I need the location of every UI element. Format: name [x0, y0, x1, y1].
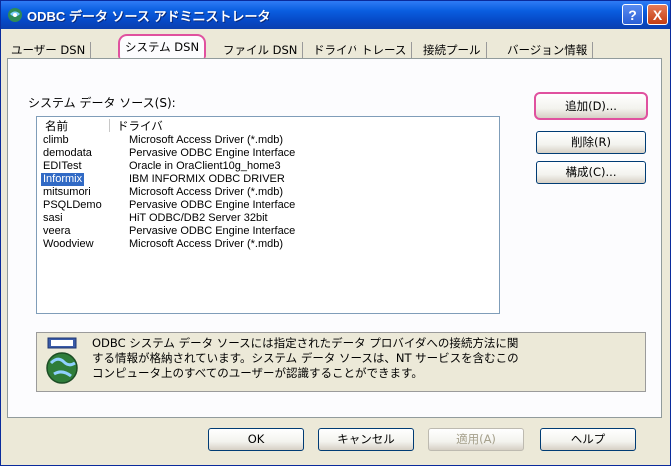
header-divider[interactable] — [109, 119, 110, 132]
list-item[interactable]: EDITest Oracle in OraClient10g_home3 — [37, 160, 499, 173]
odbc-app-icon — [8, 8, 22, 22]
dsn-name: Informix — [41, 173, 85, 186]
list-item[interactable]: PSQLDemo Pervasive ODBC Engine Interface — [37, 199, 499, 212]
dsn-name: Woodview — [43, 238, 94, 250]
ok-button[interactable]: OK — [208, 428, 304, 451]
info-line: コンピュータ上のすべてのユーザーが認識することができます。 — [92, 366, 423, 380]
dsn-name: climb — [43, 134, 69, 146]
list-item[interactable]: mitsumori Microsoft Access Driver (*.mdb… — [37, 186, 499, 199]
dsn-name: mitsumori — [43, 186, 91, 198]
info-line: ODBC システム データ ソースには指定されたデータ プロバイダへの接続方法に… — [92, 336, 519, 350]
dsn-driver: Pervasive ODBC Engine Interface — [129, 225, 296, 237]
list-item-selected[interactable]: Informix IBM INFORMIX ODBC DRIVER — [37, 173, 499, 186]
help-title-button[interactable]: ? — [622, 4, 643, 25]
add-button[interactable]: 追加(D)... — [534, 92, 648, 120]
remove-button[interactable]: 削除(R) — [536, 131, 646, 154]
header-name[interactable]: 名前 — [45, 118, 68, 134]
tab-user-dsn[interactable]: ユーザー DSN — [6, 42, 92, 59]
header-driver[interactable]: ドライバ — [117, 118, 163, 134]
tab-system-dsn[interactable]: システム DSN — [118, 34, 207, 59]
odbc-globe-icon — [46, 337, 78, 384]
list-header: 名前 ドライバ — [37, 117, 499, 133]
title-bar[interactable]: ODBC データ ソース アドミニストレータ ? X — [1, 1, 670, 29]
help-button[interactable]: ヘルプ — [540, 428, 636, 451]
dsn-name: veera — [43, 225, 71, 237]
apply-button[interactable]: 適用(A) — [428, 428, 524, 451]
dsn-driver: Microsoft Access Driver (*.mdb) — [129, 238, 284, 250]
info-line: する情報が格納されています。システム データ ソースは、NT サービスを含むこの — [92, 351, 519, 365]
data-source-list[interactable]: 名前 ドライバ climb Microsoft Access Driver (*… — [36, 116, 500, 314]
dsn-driver: Pervasive ODBC Engine Interface — [129, 147, 296, 159]
dsn-name: sasi — [43, 212, 63, 224]
list-item[interactable]: Woodview Microsoft Access Driver (*.mdb) — [37, 238, 499, 251]
tab-tracing[interactable]: トレース — [356, 42, 413, 59]
dsn-driver: Microsoft Access Driver (*.mdb) — [129, 134, 284, 146]
system-data-sources-label: システム データ ソース(S): — [28, 96, 176, 110]
dsn-name: EDITest — [43, 160, 82, 172]
dsn-driver: Oracle in OraClient10g_home3 — [129, 160, 281, 172]
dsn-name: demodata — [43, 147, 92, 159]
dsn-name: PSQLDemo — [43, 199, 102, 211]
dsn-driver: IBM INFORMIX ODBC DRIVER — [129, 173, 285, 185]
info-description: ODBC システム データ ソースには指定されたデータ プロバイダへの接続方法に… — [92, 336, 642, 381]
tab-about[interactable]: バージョン情報 — [502, 42, 594, 59]
dsn-driver: HiT ODBC/DB2 Server 32bit — [129, 212, 268, 224]
cancel-button[interactable]: キャンセル — [318, 428, 414, 451]
list-item[interactable]: sasi HiT ODBC/DB2 Server 32bit — [37, 212, 499, 225]
close-button[interactable]: X — [647, 4, 668, 25]
list-item[interactable]: climb Microsoft Access Driver (*.mdb) — [37, 134, 499, 147]
dsn-driver: Pervasive ODBC Engine Interface — [129, 199, 296, 211]
window-title: ODBC データ ソース アドミニストレータ — [27, 9, 271, 24]
list-item[interactable]: veera Pervasive ODBC Engine Interface — [37, 225, 499, 238]
list-item[interactable]: demodata Pervasive ODBC Engine Interface — [37, 147, 499, 160]
configure-button[interactable]: 構成(C)... — [536, 161, 646, 184]
tab-connection-pooling[interactable]: 接続プール — [418, 42, 487, 59]
dsn-driver: Microsoft Access Driver (*.mdb) — [129, 186, 284, 198]
tab-file-dsn[interactable]: ファイル DSN — [218, 42, 304, 59]
